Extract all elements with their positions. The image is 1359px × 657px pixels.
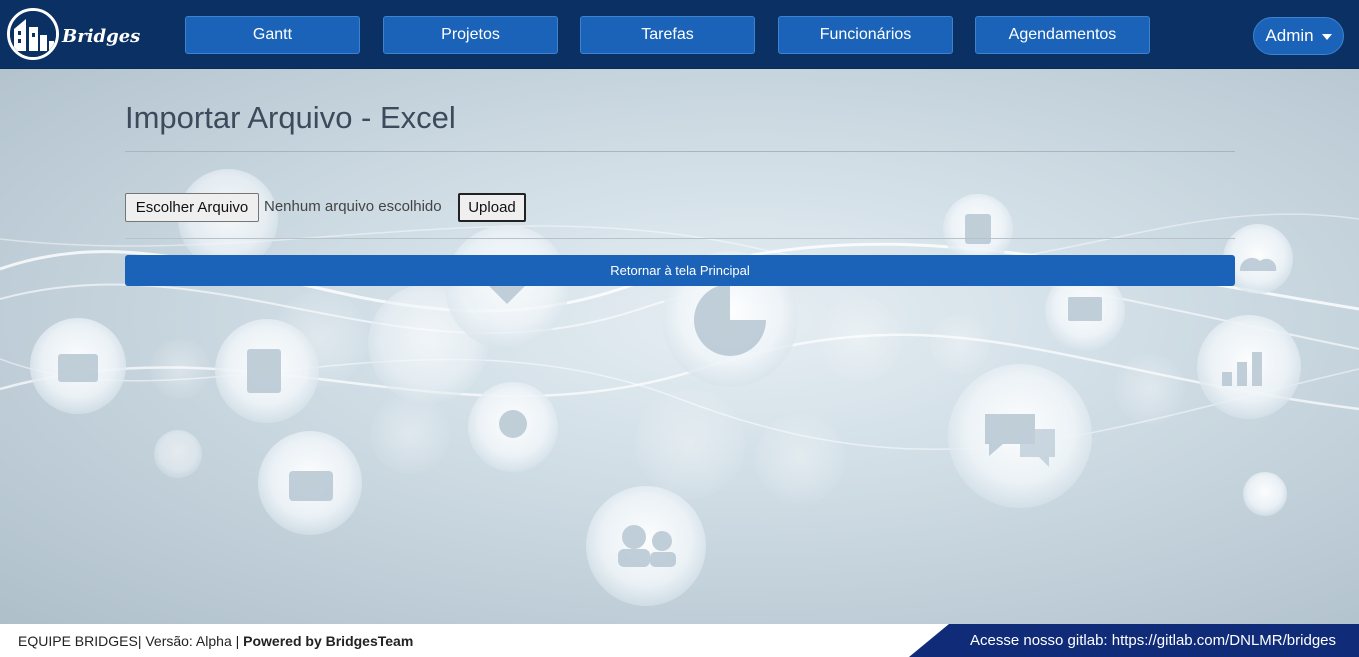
page-title: Importar Arquivo - Excel xyxy=(125,100,456,135)
admin-dropdown-button[interactable]: Admin xyxy=(1253,17,1344,55)
file-status-text: Nenhum arquivo escolhido xyxy=(264,198,442,215)
footer-gitlab-badge: Acesse nosso gitlab: https://gitlab.com/… xyxy=(909,624,1359,657)
background-illustration xyxy=(0,69,1359,624)
admin-label: Admin xyxy=(1265,26,1314,45)
chevron-down-icon xyxy=(1321,34,1332,40)
bridges-logo-icon xyxy=(7,8,59,60)
brand-name: Bridges xyxy=(62,26,141,47)
upload-button[interactable]: Upload xyxy=(458,193,526,222)
brand-logo[interactable]: Bridges xyxy=(7,8,140,62)
return-home-button[interactable]: Retornar à tela Principal xyxy=(125,255,1235,286)
top-navbar: Bridges Gantt Projetos Tarefas Funcionár… xyxy=(0,0,1359,69)
network-bubbles-decoration xyxy=(0,169,1359,606)
form-divider xyxy=(125,238,1235,239)
footer-version: | Versão: Alpha | xyxy=(137,633,240,649)
choose-file-button[interactable]: Escolher Arquivo xyxy=(125,193,259,222)
gitlab-link[interactable]: Acesse nosso gitlab: https://gitlab.com/… xyxy=(970,632,1336,649)
nav-funcionarios-button[interactable]: Funcionários xyxy=(778,16,953,54)
footer-team: EQUIPE BRIDGES xyxy=(18,633,138,649)
nav-agendamentos-button[interactable]: Agendamentos xyxy=(975,16,1150,54)
footer: EQUIPE BRIDGES| Versão: Alpha | Powered … xyxy=(0,624,1359,657)
nav-projetos-button[interactable]: Projetos xyxy=(383,16,558,54)
nav-gantt-button[interactable]: Gantt xyxy=(185,16,360,54)
title-divider xyxy=(125,151,1235,152)
footer-credits: EQUIPE BRIDGES| Versão: Alpha | Powered … xyxy=(18,633,413,649)
nav-tarefas-button[interactable]: Tarefas xyxy=(580,16,755,54)
footer-powered-by: Powered by BridgesTeam xyxy=(243,633,414,649)
